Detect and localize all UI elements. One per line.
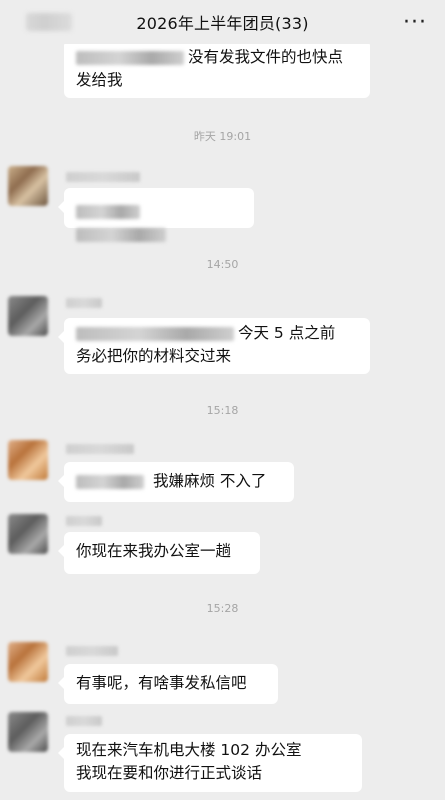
message-bubble[interactable]	[58, 188, 254, 242]
sender-name	[66, 444, 134, 454]
timestamp: 15:28	[206, 602, 239, 615]
message-bubble[interactable]: 有事呢，有啥事发私信吧	[58, 664, 278, 704]
message-text: 务必把你的材料交过来	[76, 347, 232, 365]
avatar[interactable]	[8, 642, 48, 682]
message-bubble[interactable]: 今天 5 点之前 务必把你的材料交过来	[58, 318, 370, 374]
message-text: 我现在要和你进行正式谈话	[76, 764, 263, 782]
sender-name	[66, 298, 102, 308]
message-text: 今天 5 点之前	[238, 324, 336, 342]
chat-header: 2026年上半年团员(33) ···	[0, 0, 445, 44]
more-options-icon[interactable]: ···	[399, 8, 431, 36]
redacted-text	[76, 474, 144, 489]
message-bubble[interactable]: 我嫌麻烦 不入了	[58, 462, 294, 502]
timestamp: 14:50	[206, 258, 239, 271]
avatar[interactable]	[8, 166, 48, 206]
timestamp: 昨天 19:01	[193, 130, 252, 143]
redacted-text	[76, 204, 140, 219]
sender-name	[66, 646, 118, 656]
avatar[interactable]	[8, 296, 48, 336]
message-text: 你现在来我办公室一趟	[76, 542, 232, 560]
message-text: 现在来汽车机电大楼 102 办公室	[76, 741, 302, 759]
message-text: 没有发我文件的也快点	[188, 48, 344, 66]
avatar[interactable]	[8, 440, 48, 480]
sender-name	[66, 516, 102, 526]
avatar[interactable]	[8, 514, 48, 554]
message-text: 我嫌麻烦 不入了	[152, 472, 267, 490]
redacted-text	[76, 326, 234, 341]
message-bubble[interactable]: 没有发我文件的也快点 发给我	[64, 40, 370, 98]
back-button-blurred[interactable]	[26, 13, 72, 31]
chat-title: 2026年上半年团员(33)	[136, 14, 309, 33]
message-bubble[interactable]: 现在来汽车机电大楼 102 办公室 我现在要和你进行正式谈话	[58, 734, 362, 792]
avatar[interactable]	[8, 712, 48, 752]
message-text: 有事呢，有啥事发私信吧	[76, 674, 247, 692]
sender-name	[66, 716, 102, 726]
message-text: 发给我	[76, 71, 123, 89]
redacted-text	[76, 227, 166, 242]
timestamp: 15:18	[206, 404, 239, 417]
message-bubble[interactable]: 你现在来我办公室一趟	[58, 532, 260, 574]
sender-name	[66, 172, 140, 182]
redacted-text	[76, 50, 184, 65]
